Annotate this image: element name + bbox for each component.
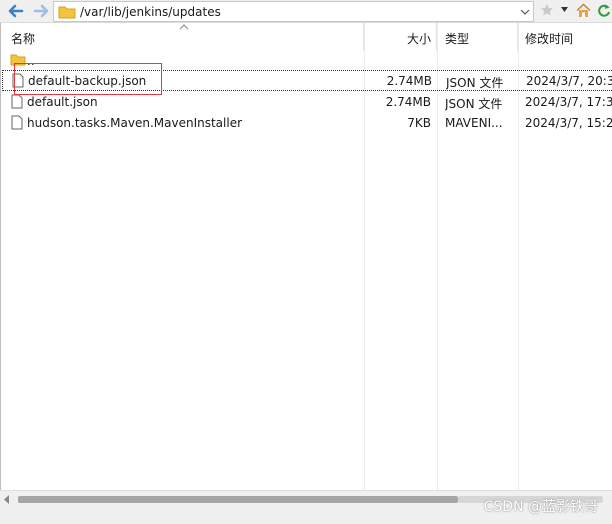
file-icon: [12, 73, 24, 88]
column-header-modified[interactable]: 修改时间: [518, 23, 612, 51]
table-row[interactable]: hudson.tasks.Maven.MavenInstaller 7KB MA…: [2, 113, 612, 134]
star-icon[interactable]: [540, 3, 554, 17]
file-list: 名称 大小 类型 修改时间 .. default-backup.json 2.7…: [0, 23, 612, 509]
table-row[interactable]: default-backup.json 2.74MB JSON 文件 2024/…: [2, 70, 612, 91]
forward-arrow-icon: [33, 4, 49, 18]
scroll-left-icon[interactable]: [3, 495, 11, 504]
file-name: ..: [27, 54, 35, 68]
file-type: JSON 文件: [445, 97, 503, 111]
chevron-down-icon[interactable]: [520, 7, 530, 17]
file-size: 7KB: [407, 116, 431, 130]
file-name: hudson.tasks.Maven.MavenInstaller: [27, 116, 243, 130]
table-row-parent[interactable]: ..: [2, 51, 612, 72]
file-type: JSON 文件: [446, 76, 504, 90]
watermark: CSDN @蓝影铁哥: [483, 499, 598, 515]
file-modified: 2024/3/7, 15:24: [525, 116, 612, 130]
refresh-icon[interactable]: [597, 3, 611, 18]
file-name: default-backup.json: [28, 74, 147, 88]
file-size: 2.74MB: [385, 95, 431, 109]
file-modified: 2024/3/7, 20:36: [526, 74, 612, 88]
file-name: default.json: [27, 95, 98, 109]
sort-ascending-icon: [179, 24, 189, 30]
chevron-down-icon[interactable]: [561, 7, 568, 13]
toolbar: /var/lib/jenkins/updates: [0, 0, 612, 23]
path-text: /var/lib/jenkins/updates: [80, 5, 221, 19]
back-button[interactable]: [6, 2, 24, 20]
folder-icon: [58, 6, 76, 19]
back-arrow-icon: [8, 4, 24, 18]
parent-folder-icon: [10, 54, 26, 66]
path-input[interactable]: /var/lib/jenkins/updates: [53, 1, 534, 22]
scrollbar-thumb[interactable]: [18, 496, 458, 503]
file-modified: 2024/3/7, 17:39: [525, 95, 612, 109]
column-header-size[interactable]: 大小: [364, 23, 437, 51]
file-size: 2.74MB: [386, 74, 432, 88]
table-row[interactable]: default.json 2.74MB JSON 文件 2024/3/7, 17…: [2, 92, 612, 113]
home-icon[interactable]: [576, 3, 591, 18]
forward-button[interactable]: [33, 2, 51, 20]
file-icon: [11, 94, 23, 109]
file-icon: [11, 115, 23, 130]
file-type: MAVENI...: [445, 116, 503, 130]
column-header-type[interactable]: 类型: [437, 23, 518, 51]
